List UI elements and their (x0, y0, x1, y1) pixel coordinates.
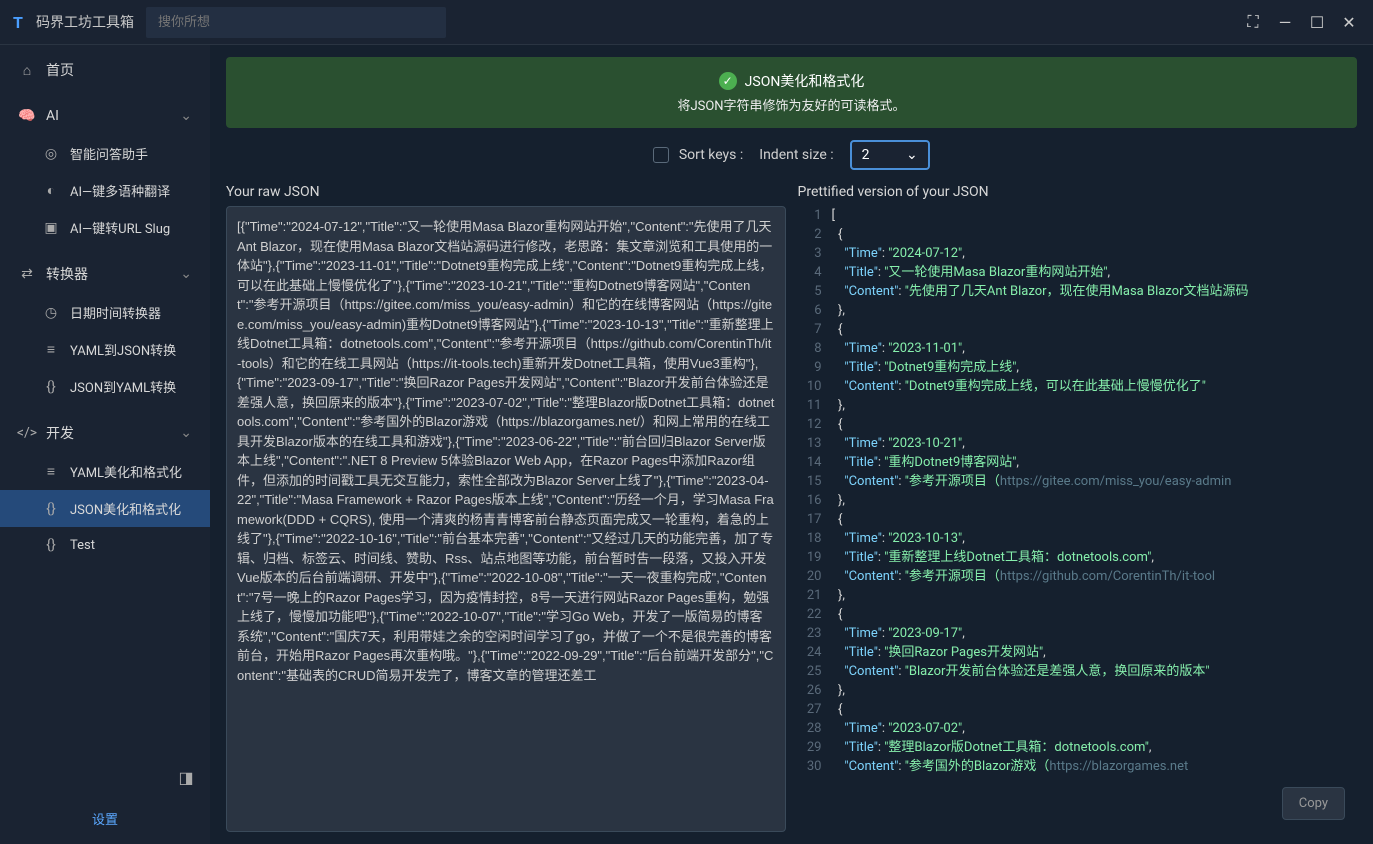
app-title: 码界工坊工具箱 (36, 12, 134, 32)
home-icon: ⌂ (18, 61, 36, 79)
nav-label: JSON到YAML转换 (70, 377, 176, 396)
pretty-label: Prettified version of your JSON (798, 184, 1358, 200)
nav-group-converter[interactable]: ⇄ 转换器 ⌄ (0, 254, 210, 294)
nav-label: Test (70, 538, 95, 553)
brain-icon: 🧠 (18, 107, 36, 125)
settings-button[interactable]: 设置 (8, 801, 202, 836)
nav-label: 转换器 (46, 264, 88, 284)
content: ✓ JSON美化和格式化 将JSON字符串修饰为友好的可读格式。 Sort ke… (210, 45, 1373, 844)
sidebar: ⌂ 首页 🧠 AI ⌄ ◎ 智能问答助手 ◐ AI—键多语种翻译 ▣ AI—键转URL… (0, 45, 210, 844)
clock-icon: ◷ (42, 304, 60, 322)
chevron-down-icon: ⌄ (906, 147, 918, 163)
sort-keys-control[interactable]: Sort keys : (653, 147, 743, 163)
nav-label: JSON美化和格式化 (70, 499, 181, 518)
indent-value: 2 (862, 147, 870, 163)
nav-home[interactable]: ⌂ 首页 (0, 51, 210, 89)
nav-label: AI—键转URL Slug (70, 218, 170, 237)
nav-group-dev[interactable]: </> 开发 ⌄ (0, 413, 210, 453)
banner-title: JSON美化和格式化 (745, 71, 865, 91)
indent-size-select[interactable]: 2 ⌄ (850, 140, 930, 170)
braces-icon: {} (42, 500, 60, 518)
nav-ai-qa[interactable]: ◎ 智能问答助手 (0, 135, 210, 172)
banner-subtitle: 将JSON字符串修饰为友好的可读格式。 (240, 95, 1343, 114)
minimize-button[interactable]: — (1269, 6, 1301, 38)
nav-json-pretty[interactable]: {} JSON美化和格式化 (0, 490, 210, 527)
code-icon: </> (18, 424, 36, 442)
nav-test[interactable]: {} Test (0, 527, 210, 563)
nav-datetime[interactable]: ◷ 日期时间转换器 (0, 294, 210, 331)
raw-label: Your raw JSON (226, 184, 786, 200)
check-icon: ✓ (719, 72, 737, 90)
nav-json-yaml[interactable]: {} JSON到YAML转换 (0, 368, 210, 405)
braces-icon: {} (42, 378, 60, 396)
maximize-button[interactable]: ☐ (1301, 6, 1333, 38)
pretty-json-output[interactable]: 1[2 {3 "Time": "2024-07-12",4 "Title": "… (798, 206, 1358, 832)
nav-label: AI (46, 108, 59, 124)
titlebar: T 码界工坊工具箱 ⛶ — ☐ ✕ (0, 0, 1373, 45)
sort-keys-label: Sort keys : (679, 147, 743, 163)
list-icon: ≡ (42, 463, 60, 481)
nav-label: 日期时间转换器 (70, 303, 161, 322)
sort-keys-checkbox[interactable] (653, 147, 669, 163)
copy-button[interactable]: Copy (1282, 787, 1345, 820)
indent-label: Indent size : (759, 147, 833, 163)
raw-json-input[interactable] (226, 206, 786, 832)
nav-label: 首页 (46, 60, 74, 80)
search-input[interactable] (146, 7, 446, 38)
chevron-down-icon: ⌄ (180, 108, 192, 124)
nav-group-ai[interactable]: 🧠 AI ⌄ (0, 97, 210, 135)
nav-label: AI—键多语种翻译 (70, 181, 170, 200)
list-icon: ≡ (42, 341, 60, 359)
sidebar-collapse-button[interactable]: ◨ (170, 761, 202, 793)
nav-label: 智能问答助手 (70, 144, 148, 163)
nav-ai-translate[interactable]: ◐ AI—键多语种翻译 (0, 172, 210, 209)
link-icon: ▣ (42, 219, 60, 237)
nav-label: 开发 (46, 423, 74, 443)
nav-label: YAML到JSON转换 (70, 340, 176, 359)
nav-yaml-json[interactable]: ≡ YAML到JSON转换 (0, 331, 210, 368)
chevron-down-icon: ⌄ (180, 266, 192, 282)
close-button[interactable]: ✕ (1333, 6, 1365, 38)
tool-banner: ✓ JSON美化和格式化 将JSON字符串修饰为友好的可读格式。 (226, 57, 1357, 128)
nav-ai-slug[interactable]: ▣ AI—键转URL Slug (0, 209, 210, 246)
expand-icon[interactable]: ⛶ (1237, 6, 1269, 38)
controls-row: Sort keys : Indent size : 2 ⌄ (226, 140, 1357, 170)
swap-icon: ⇄ (18, 265, 36, 283)
chevron-down-icon: ⌄ (180, 425, 192, 441)
braces-icon: {} (42, 536, 60, 554)
globe-icon: ◐ (42, 182, 60, 200)
raw-panel: Your raw JSON (226, 184, 786, 832)
chat-icon: ◎ (42, 145, 60, 163)
nav-label: YAML美化和格式化 (70, 462, 182, 481)
pretty-panel: Prettified version of your JSON 1[2 {3 "… (798, 184, 1358, 832)
app-logo-icon: T (8, 12, 28, 32)
nav-yaml-pretty[interactable]: ≡ YAML美化和格式化 (0, 453, 210, 490)
